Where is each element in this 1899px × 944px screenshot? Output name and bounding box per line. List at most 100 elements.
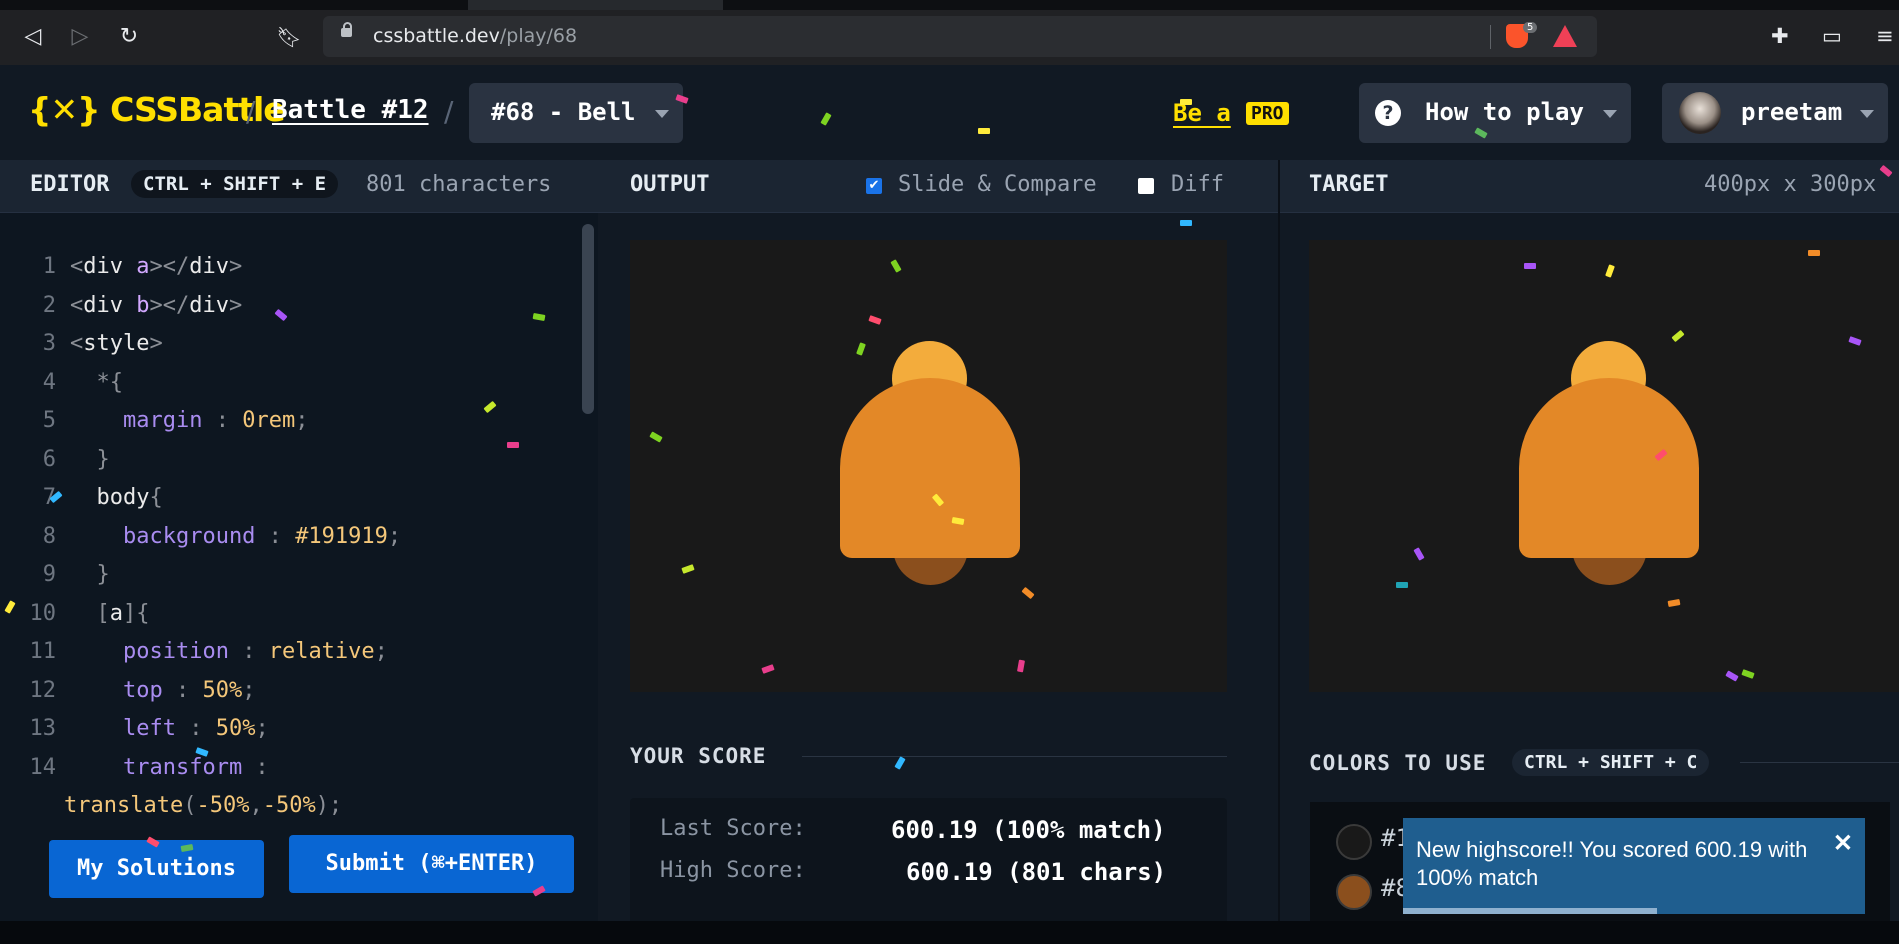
code-token: </ bbox=[162, 254, 190, 279]
line-number: 11 bbox=[29, 639, 57, 664]
confetti-piece bbox=[507, 442, 519, 448]
code-token: : bbox=[202, 408, 243, 433]
code-token: ); bbox=[315, 793, 343, 818]
editor-shortcut: CTRL + SHIFT + E bbox=[131, 170, 339, 198]
lock-icon bbox=[341, 22, 352, 37]
close-icon[interactable]: ✕ bbox=[1833, 830, 1853, 858]
menu-icon[interactable]: ≡ bbox=[1876, 22, 1894, 50]
browser-toolbar: ◁ ▷ ↻ 🔖︎ cssbattle.dev/play/68 5 ✚ ▭ ≡ bbox=[0, 0, 1899, 65]
help-icon: ? bbox=[1375, 100, 1401, 126]
code-line[interactable]: 13 left : 50%; bbox=[20, 710, 401, 749]
output-pane: OUTPUT ✔ Slide & Compare Diff YOUR SCORE… bbox=[598, 160, 1877, 944]
color-swatch-brown[interactable] bbox=[1336, 874, 1372, 910]
color-swatch-dark[interactable] bbox=[1336, 824, 1372, 860]
confetti-piece bbox=[1524, 263, 1536, 269]
reload-icon[interactable]: ↻ bbox=[114, 22, 144, 52]
high-score-value: 600.19 (801 chars) bbox=[906, 858, 1167, 886]
colors-to-use-title: COLORS TO USE bbox=[1309, 751, 1487, 775]
active-tab[interactable] bbox=[468, 0, 723, 10]
extensions-icon[interactable]: ✚ bbox=[1771, 22, 1789, 50]
submit-button[interactable]: Submit (⌘+ENTER) bbox=[289, 835, 574, 893]
forward-icon[interactable]: ▷ bbox=[65, 22, 95, 52]
line-number: 8 bbox=[42, 523, 56, 549]
last-score-label: Last Score: bbox=[660, 816, 806, 841]
code-token: { bbox=[149, 485, 163, 510]
code-token: top bbox=[70, 677, 163, 703]
my-solutions-button[interactable]: My Solutions bbox=[49, 840, 264, 898]
code-token: #191919 bbox=[295, 523, 388, 549]
code-token: : bbox=[255, 523, 296, 549]
code-token: } bbox=[70, 446, 110, 472]
slide-compare-checkbox[interactable]: ✔ bbox=[866, 178, 882, 194]
code-line[interactable]: 2 <div b></div> bbox=[20, 287, 401, 326]
code-token: > bbox=[229, 292, 243, 318]
code-token: , bbox=[249, 793, 263, 818]
address-bar[interactable]: cssbattle.dev/play/68 5 bbox=[323, 16, 1597, 57]
chevron-down-icon bbox=[1603, 110, 1617, 118]
code-line[interactable]: 5 margin : 0rem; bbox=[20, 402, 401, 441]
code-token: ; bbox=[242, 677, 256, 703]
code-token: ; bbox=[295, 408, 309, 433]
code-token: style bbox=[83, 331, 150, 356]
user-menu-dropdown[interactable]: preetam bbox=[1662, 83, 1888, 143]
highscore-toast: New highscore!! You scored 600.19 with 1… bbox=[1403, 818, 1865, 914]
diff-label: Diff bbox=[1171, 172, 1224, 197]
code-token: ; bbox=[374, 639, 388, 664]
code-line[interactable]: translate(-50%,-50%); bbox=[64, 787, 401, 826]
code-token: : bbox=[228, 639, 269, 664]
avatar bbox=[1679, 92, 1721, 134]
code-token: b bbox=[123, 292, 150, 318]
back-icon[interactable]: ◁ bbox=[18, 22, 48, 52]
code-line[interactable]: 11 position : relative; bbox=[20, 633, 401, 672]
section-rule bbox=[1740, 762, 1899, 763]
code-token: : bbox=[162, 677, 203, 703]
confetti-piece bbox=[1180, 220, 1192, 226]
toast-progress bbox=[1403, 908, 1658, 914]
line-number: 4 bbox=[42, 369, 56, 395]
output-canvas[interactable] bbox=[630, 240, 1227, 692]
code-token: : bbox=[242, 754, 269, 780]
diff-checkbox[interactable] bbox=[1138, 178, 1154, 194]
code-token: transform bbox=[70, 754, 243, 780]
toast-message: New highscore!! You scored 600.19 with 1… bbox=[1416, 837, 1808, 890]
code-token: relative bbox=[268, 639, 375, 664]
wallet-icon[interactable]: ▭ bbox=[1822, 22, 1842, 50]
code-line[interactable]: 1 <div a></div> bbox=[20, 248, 401, 287]
editor-pane: EDITOR CTRL + SHIFT + E 801 characters 1… bbox=[0, 160, 598, 944]
code-token: translate bbox=[64, 793, 184, 818]
how-to-play-dropdown[interactable]: ? How to play bbox=[1359, 83, 1631, 143]
code-line[interactable]: 12 top : 50%; bbox=[20, 672, 401, 711]
code-line[interactable]: 7 body{ bbox=[20, 479, 401, 518]
bookmark-icon[interactable]: 🔖︎ bbox=[274, 22, 304, 52]
editor-scrollbar[interactable] bbox=[582, 224, 594, 414]
code-line[interactable]: 9 } bbox=[20, 556, 401, 595]
your-score-title: YOUR SCORE bbox=[630, 744, 767, 768]
output-label: OUTPUT bbox=[630, 172, 710, 197]
target-canvas[interactable] bbox=[1309, 240, 1899, 692]
line-number: 5 bbox=[42, 408, 56, 433]
code-line[interactable]: 14 transform : bbox=[20, 749, 401, 788]
code-token: </ bbox=[162, 292, 190, 318]
code-line[interactable]: 8 background : #191919; bbox=[20, 518, 401, 557]
code-line[interactable]: 3 <style> bbox=[20, 325, 401, 364]
line-number: 1 bbox=[42, 254, 56, 279]
bell-body bbox=[840, 378, 1020, 558]
code-line[interactable]: 4 *{ bbox=[20, 364, 401, 403]
line-number: 9 bbox=[42, 562, 56, 587]
character-count: 801 characters bbox=[366, 172, 552, 197]
code-token: ; bbox=[387, 523, 402, 549]
code-token: div bbox=[83, 292, 123, 318]
breadcrumb-separator: / bbox=[246, 95, 256, 128]
code-token: background bbox=[70, 523, 256, 549]
target-selector-dropdown[interactable]: #68 - Bell bbox=[469, 83, 683, 143]
code-token: ]{ bbox=[123, 600, 150, 626]
code-token: 50% bbox=[202, 677, 243, 703]
line-number: 2 bbox=[42, 292, 56, 318]
code-editor[interactable]: 1 <div a></div> 2 <div b></div> 3 <style> 4 *{… bbox=[20, 248, 402, 826]
brave-rewards-icon[interactable] bbox=[1553, 25, 1577, 47]
code-line[interactable]: 6 } bbox=[20, 441, 401, 480]
pro-badge[interactable]: PRO bbox=[1246, 102, 1289, 125]
battle-link[interactable]: Battle #12 bbox=[272, 95, 429, 125]
code-line[interactable]: 10 [a]{ bbox=[20, 595, 401, 634]
line-number: 14 bbox=[29, 754, 57, 780]
